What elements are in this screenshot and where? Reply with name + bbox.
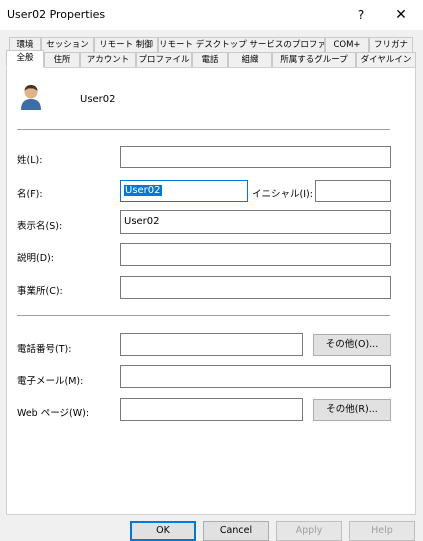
initials-input[interactable]: [315, 180, 391, 202]
window-title: User02 Properties: [7, 8, 106, 21]
office-input[interactable]: [120, 276, 391, 299]
telephone-input[interactable]: [120, 333, 303, 356]
user-avatar-icon: [17, 82, 45, 113]
web-page-input[interactable]: [120, 398, 303, 421]
display-name-input[interactable]: User02: [120, 210, 391, 234]
tab-address[interactable]: 住所: [44, 52, 80, 68]
help-button[interactable]: Help: [349, 521, 415, 541]
tab-session[interactable]: セッション: [41, 37, 94, 53]
initials-label: イニシャル(I):: [252, 189, 313, 200]
tab-remote-control[interactable]: リモート 制御: [94, 37, 158, 53]
email-label: 電子メール(M):: [17, 376, 84, 387]
web-page-label: Web ページ(W):: [17, 408, 90, 419]
tab-general[interactable]: 全般: [6, 50, 44, 68]
ok-button[interactable]: OK: [130, 521, 196, 541]
tab-rds-profile[interactable]: リモート デスクトップ サービスのプロファイル: [158, 37, 325, 53]
first-name-selected-text: User02: [124, 185, 162, 196]
separator-top: [17, 129, 390, 130]
cancel-button[interactable]: Cancel: [203, 521, 269, 541]
user-display-name: User02: [80, 94, 116, 105]
tab-furigana[interactable]: フリガナ: [369, 37, 413, 53]
office-label: 事業所(C):: [17, 286, 63, 297]
first-name-input[interactable]: User02: [120, 180, 248, 202]
description-label: 説明(D):: [17, 253, 54, 264]
help-title-button[interactable]: ?: [350, 5, 372, 25]
separator-middle: [17, 315, 390, 316]
tab-dial-in[interactable]: ダイヤルイン: [356, 52, 416, 68]
tab-com-plus[interactable]: COM+: [325, 37, 369, 53]
tab-organization[interactable]: 組織: [228, 52, 272, 68]
description-input[interactable]: [120, 243, 391, 266]
close-button[interactable]: ✕: [389, 5, 413, 25]
telephone-other-button[interactable]: その他(O)...: [313, 334, 391, 356]
first-name-label: 名(F):: [17, 189, 43, 200]
last-name-input[interactable]: [120, 146, 391, 168]
tab-account[interactable]: アカウント: [80, 52, 136, 68]
display-name-label: 表示名(S):: [17, 221, 63, 232]
email-input[interactable]: [120, 365, 391, 388]
tab-member-of[interactable]: 所属するグループ: [272, 52, 356, 68]
apply-button[interactable]: Apply: [276, 521, 342, 541]
web-page-other-button[interactable]: その他(R)...: [313, 399, 391, 421]
tab-profile[interactable]: プロファイル: [136, 52, 192, 68]
tab-telephone[interactable]: 電話: [192, 52, 228, 68]
last-name-label: 姓(L):: [17, 155, 43, 166]
telephone-label: 電話番号(T):: [17, 344, 72, 355]
